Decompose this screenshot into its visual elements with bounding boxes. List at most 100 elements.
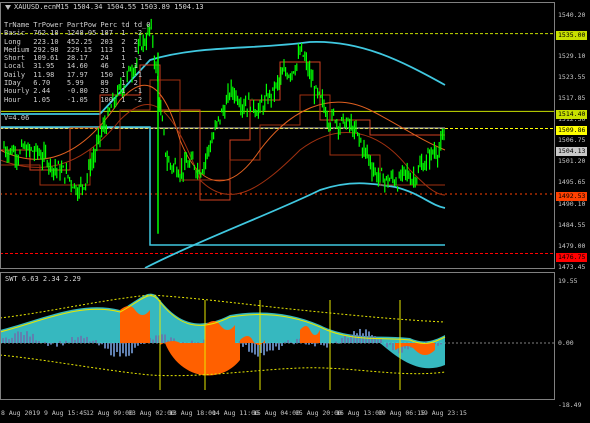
table-cell: 14.60 bbox=[66, 62, 88, 71]
table-cell: 2 bbox=[121, 37, 126, 46]
table-cell: 452.25 bbox=[66, 37, 93, 46]
table-cell: 89 bbox=[100, 79, 109, 88]
table-cell: 762.18 bbox=[33, 29, 59, 38]
indicator-axis-label: 0.00 bbox=[558, 339, 574, 347]
time-axis-label: 15 Aug 04:00 bbox=[253, 409, 300, 417]
table-cell: 33 bbox=[100, 87, 109, 96]
table-row: Long 223.10 452.25 203 2 2 bbox=[4, 38, 154, 46]
table-header-row: TrName TrPower PartPow Perc td td_0 bbox=[4, 21, 154, 29]
table-cell: Hour bbox=[4, 95, 21, 104]
table-row: Medium 292.98 229.15 113 1 1 bbox=[4, 46, 154, 54]
table-row: Short 109.61 28.17 24 1 -1 bbox=[4, 54, 154, 62]
current-price-tag: 1504.13 bbox=[556, 147, 588, 156]
price-axis-label: 1517.85 bbox=[558, 94, 586, 102]
indicator-title: SWT 6.63 2.34 2.29 bbox=[5, 275, 81, 283]
volatility-label: V=4.06 bbox=[4, 114, 30, 122]
table-cell: -1 bbox=[133, 70, 143, 79]
table-cell: -2 bbox=[133, 29, 143, 38]
time-axis-label: 19 Aug 23:15 bbox=[420, 409, 467, 417]
table-cell: 1248.05 bbox=[66, 29, 97, 38]
table-cell: 17.97 bbox=[66, 70, 88, 79]
table-cell: 1 bbox=[121, 45, 126, 54]
time-axis-label: 12 Aug 09:00 bbox=[86, 409, 133, 417]
level-price-tag: 1492.53 bbox=[556, 192, 588, 201]
table-cell: 24 bbox=[100, 54, 109, 63]
price-axis-label: 1473.45 bbox=[558, 263, 586, 271]
table-cell: Daily bbox=[4, 70, 26, 79]
table-cell: 1 bbox=[121, 62, 126, 71]
table-row: Hour 1.05 -1.05 100 1 -2 bbox=[4, 96, 154, 104]
table-cell: 1 bbox=[133, 45, 138, 54]
price-axis-label: 1501.20 bbox=[558, 157, 586, 165]
indicator-axis-label: 19.55 bbox=[558, 277, 578, 285]
trend-power-table: TrName TrPower PartPow Perc td td_0 Basi… bbox=[4, 21, 154, 104]
table-cell: Short bbox=[4, 54, 26, 63]
table-cell: 229.15 bbox=[66, 45, 93, 54]
table-cell: Medium bbox=[4, 45, 30, 54]
table-cell: -1 bbox=[133, 87, 143, 96]
price-axis-label: 1495.65 bbox=[558, 178, 586, 186]
table-cell: 1 bbox=[121, 95, 126, 104]
time-axis-label: 16 Aug 13:00 bbox=[336, 409, 383, 417]
table-cell: 292.98 bbox=[33, 45, 59, 54]
table-cell: 100 bbox=[100, 95, 113, 104]
table-row: Hourly 2.44 -0.80 33 1 -1 bbox=[4, 87, 154, 95]
time-axis-label: 15 Aug 20:00 bbox=[295, 409, 342, 417]
symbol-quote: XAUUSD.ecnM15 1504.34 1504.55 1503.89 15… bbox=[14, 3, 204, 11]
symbol-title: XAUUSD.ecnM15 1504.34 1504.55 1503.89 15… bbox=[5, 3, 204, 11]
header-cell: TrName bbox=[4, 21, 30, 29]
table-cell: 187 bbox=[100, 29, 113, 38]
table-cell: 6.70 bbox=[33, 79, 51, 88]
table-cell: 1 bbox=[121, 87, 126, 96]
table-cell: Long bbox=[4, 37, 21, 46]
table-cell: 46 bbox=[100, 62, 109, 71]
time-axis-label: 9 Aug 15:45 bbox=[44, 409, 88, 417]
table-cell: 2.44 bbox=[33, 87, 51, 96]
table-cell: 31.95 bbox=[33, 62, 55, 71]
table-cell: 203 bbox=[100, 37, 113, 46]
table-row: Local 31.95 14.60 46 1 1 bbox=[4, 62, 154, 70]
table-cell: 223.10 bbox=[33, 37, 59, 46]
level-price-tag: 1535.00 bbox=[556, 31, 588, 40]
table-cell: 1 bbox=[121, 79, 126, 88]
table-cell: 113 bbox=[100, 45, 113, 54]
level-price-tag: 1509.86 bbox=[556, 126, 588, 135]
price-axis-label: 1479.00 bbox=[558, 242, 586, 250]
table-cell: Hourly bbox=[4, 87, 30, 96]
table-cell: 1 bbox=[121, 29, 126, 38]
price-axis-label: 1490.10 bbox=[558, 200, 586, 208]
table-cell: 28.17 bbox=[66, 54, 88, 63]
table-cell: -1 bbox=[133, 54, 143, 63]
dropdown-triangle-icon[interactable] bbox=[5, 4, 11, 10]
table-cell: 1 bbox=[121, 70, 126, 79]
table-cell: -0.80 bbox=[66, 87, 88, 96]
swt-indicator-pane[interactable] bbox=[0, 272, 555, 400]
header-cell: td_0 bbox=[133, 21, 151, 29]
time-axis-label: 8 Aug 2019 bbox=[1, 409, 41, 417]
table-cell: 2 bbox=[133, 79, 138, 88]
table-row: IDay 6.70 5.99 89 1 2 bbox=[4, 79, 154, 87]
table-cell: 5.99 bbox=[66, 79, 84, 88]
header-cell: TrPower bbox=[33, 21, 63, 29]
price-axis-label: 1529.10 bbox=[558, 52, 586, 60]
trading-chart-window: XAUUSD.ecnM15 1504.34 1504.55 1503.89 15… bbox=[0, 0, 590, 423]
time-axis-label: 14 Aug 11:00 bbox=[212, 409, 259, 417]
price-axis-label: 1506.75 bbox=[558, 136, 586, 144]
table-cell: 109.61 bbox=[33, 54, 59, 63]
table-cell: Basic bbox=[4, 29, 26, 38]
table-cell: IDay bbox=[4, 79, 21, 88]
level-price-tag: 1476.75 bbox=[556, 253, 588, 262]
price-axis-label: 1523.55 bbox=[558, 73, 586, 81]
header-cell: Perc bbox=[100, 21, 118, 29]
table-cell: 1 bbox=[121, 54, 126, 63]
indicator-axis-label: -18.49 bbox=[558, 401, 582, 409]
table-cell: -2 bbox=[133, 95, 143, 104]
header-cell: td bbox=[121, 21, 130, 29]
time-axis-label: 13 Aug 18:00 bbox=[169, 409, 216, 417]
time-axis-label: 13 Aug 02:00 bbox=[128, 409, 175, 417]
price-axis-label: 1540.20 bbox=[558, 11, 586, 19]
table-cell: 150 bbox=[100, 70, 113, 79]
table-cell: 1.05 bbox=[33, 95, 51, 104]
level-price-tag: 1514.40 bbox=[556, 110, 588, 119]
table-cell: 11.98 bbox=[33, 70, 55, 79]
